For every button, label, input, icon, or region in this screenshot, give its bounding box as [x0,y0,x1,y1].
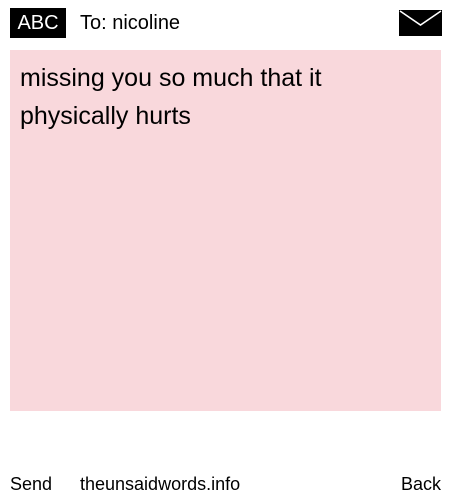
send-button[interactable]: Send [10,472,52,496]
back-button[interactable]: Back [401,472,441,496]
abc-badge: ABC [10,8,66,38]
message-body: missing you so much that it physically h… [10,50,441,411]
message-text: missing you so much that it physically h… [20,64,329,130]
recipient-label: To: nicoline [80,12,181,34]
envelope-icon[interactable] [399,10,442,36]
header: ABC To: nicoline [0,0,450,46]
site-link[interactable]: theunsaidwords.info [80,472,240,496]
